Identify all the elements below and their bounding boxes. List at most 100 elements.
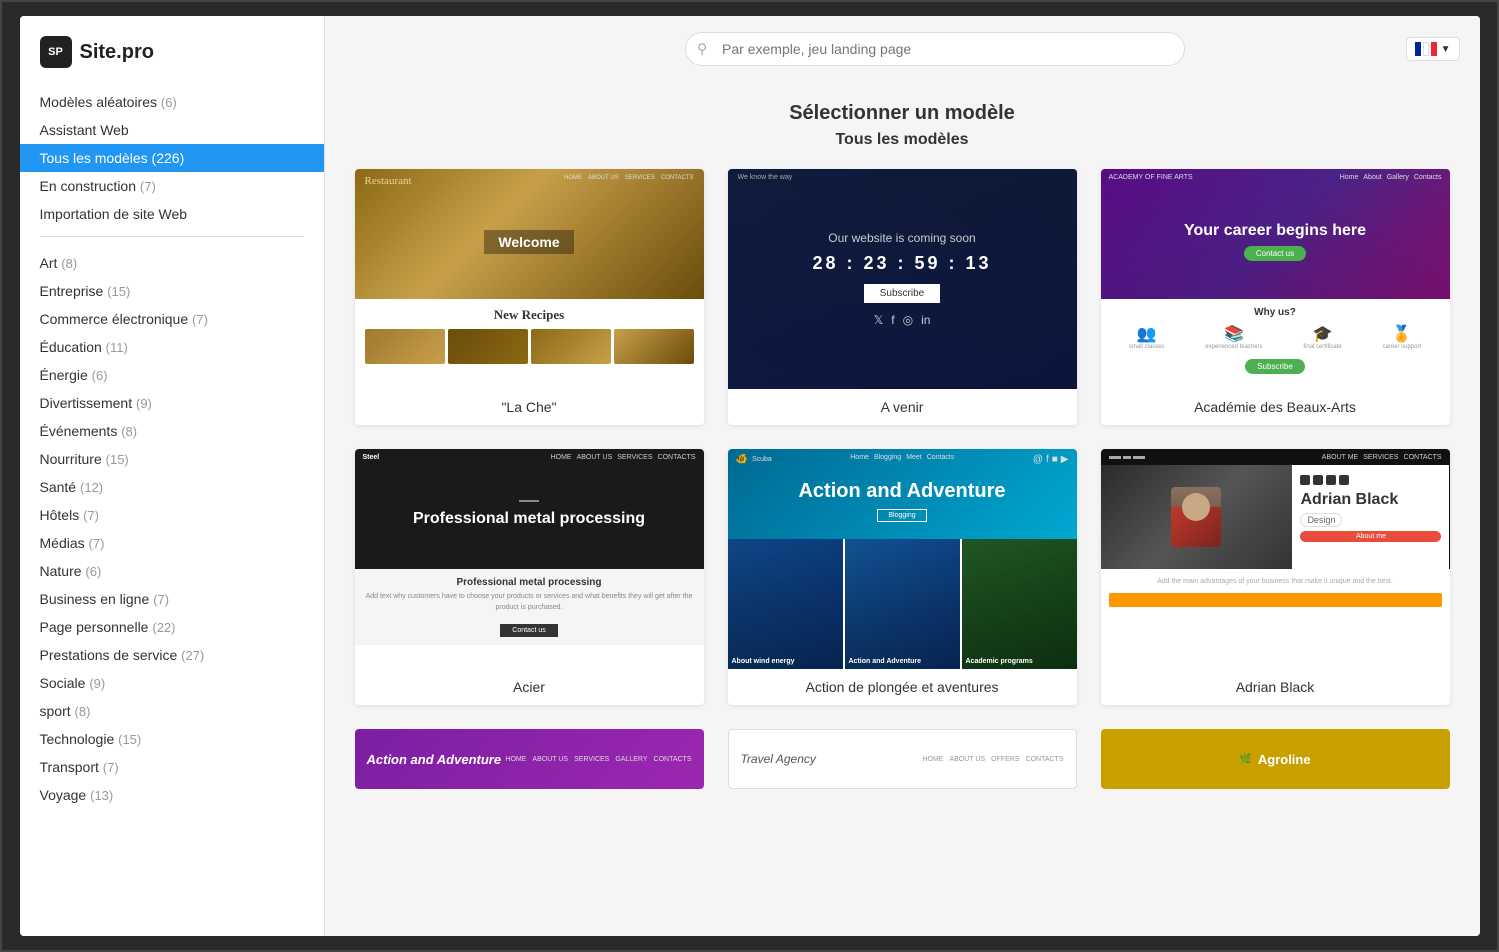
sidebar-divider	[40, 236, 304, 237]
avenir-social-icons: 𝕏f◎in	[874, 313, 931, 327]
bottom-label-travel: Travel Agency	[741, 752, 816, 766]
bottom-preview-row: Action and Adventure HOMEABOUT USSERVICE…	[355, 729, 1450, 789]
template-label-la-che: "La Che"	[355, 389, 704, 425]
avenir-subtitle: Our website is coming soon	[828, 231, 975, 245]
sidebar-item-transport[interactable]: Transport (7)	[20, 753, 324, 781]
adrian-desc: Add the main advantages of your business…	[1109, 577, 1442, 587]
templates-section: Sélectionner un modèle Tous les modèles …	[325, 82, 1480, 809]
academy-title: Your career begins here	[1172, 222, 1378, 240]
template-card-adrian[interactable]: ABOUT MESERVICESCONTACTS	[1101, 449, 1450, 705]
sidebar-item-art[interactable]: Art (8)	[20, 249, 324, 277]
steel-nav: Steel HOMEABOUT USSERVICESCONTACTS	[355, 449, 704, 466]
template-card-academie[interactable]: ACADEMY OF FINE ARTS HomeAboutGalleryCon…	[1101, 169, 1450, 425]
template-thumb-academie: ACADEMY OF FINE ARTS HomeAboutGalleryCon…	[1101, 169, 1450, 389]
template-thumb-acier: Steel HOMEABOUT USSERVICESCONTACTS Profe…	[355, 449, 704, 669]
sidebar-item-nature[interactable]: Nature (6)	[20, 557, 324, 585]
adrian-orange-bar	[1109, 593, 1442, 607]
sidebar-item-medias[interactable]: Médias (7)	[20, 529, 324, 557]
adrian-name: Adrian Black	[1300, 491, 1441, 509]
bottom-card-agro[interactable]: 🌿 Agroline	[1101, 729, 1450, 789]
steel-section-title: Professional metal processing	[363, 577, 696, 588]
sidebar-item-voyage[interactable]: Voyage (13)	[20, 781, 324, 809]
template-card-scuba[interactable]: 🐠Scuba HomeBloggingMeetContacts @f■▶ Act…	[728, 449, 1077, 705]
template-card-acier[interactable]: Steel HOMEABOUT USSERVICESCONTACTS Profe…	[355, 449, 704, 705]
adrian-bottom: Add the main advantages of your business…	[1101, 569, 1450, 615]
scuba-read-button[interactable]: Blogging	[877, 509, 926, 522]
sidebar-categories: Art (8) Entreprise (15) Commerce électro…	[20, 249, 324, 809]
sidebar-item-technologie[interactable]: Technologie (15)	[20, 725, 324, 753]
template-card-la-che[interactable]: Restaurant HOMEABOUT USSERVICESCONTACTS …	[355, 169, 704, 425]
sidebar-item-education[interactable]: Éducation (11)	[20, 333, 324, 361]
search-input[interactable]	[685, 32, 1185, 66]
adrian-nav: ABOUT MESERVICESCONTACTS	[1101, 449, 1450, 466]
flag-icon	[1415, 42, 1437, 56]
page-title: Sélectionner un modèle	[355, 102, 1450, 125]
steel-divider-icon	[519, 500, 539, 502]
preview-restaurant: Restaurant HOMEABOUT USSERVICESCONTACTS …	[355, 169, 704, 389]
academy-features: 👥 small classes 📚 experienced teachers	[1109, 324, 1442, 350]
sidebar-item-nourriture[interactable]: Nourriture (15)	[20, 445, 324, 473]
restaurant-nav-links: HOMEABOUT USSERVICESCONTACTS	[564, 175, 693, 187]
main-header: ⚲ ▼	[325, 16, 1480, 82]
scuba-grid: About wind energy Action and Adventure A…	[728, 539, 1077, 669]
restaurant-nav-logo: Restaurant	[365, 175, 412, 187]
restaurant-welcome: Welcome	[484, 230, 573, 254]
template-label-acier: Acier	[355, 669, 704, 705]
sidebar-item-entreprise[interactable]: Entreprise (15)	[20, 277, 324, 305]
app-name: Site.pro	[80, 41, 154, 64]
template-label-a-venir: A venir	[728, 389, 1077, 425]
adrian-role: Design	[1300, 513, 1342, 527]
sidebar-item-sociale[interactable]: Sociale (9)	[20, 669, 324, 697]
sidebar-item-energie[interactable]: Énergie (6)	[20, 361, 324, 389]
sidebar-item-import[interactable]: Importation de site Web	[20, 200, 324, 228]
sidebar-item-divertissement[interactable]: Divertissement (9)	[20, 389, 324, 417]
language-button[interactable]: ▼	[1406, 37, 1460, 61]
template-card-a-venir[interactable]: We know the way Our website is coming so…	[728, 169, 1077, 425]
sidebar-item-commerce[interactable]: Commerce électronique (7)	[20, 305, 324, 333]
bottom-label-agro: 🌿 Agroline	[1239, 752, 1310, 767]
academy-why-us: Why us?	[1109, 307, 1442, 318]
template-label-adrian: Adrian Black	[1101, 669, 1450, 705]
scuba-grid-item-1: About wind energy	[728, 539, 843, 669]
academy-contact-button[interactable]: Contact us	[1244, 246, 1306, 261]
sidebar-item-evenements[interactable]: Événements (8)	[20, 417, 324, 445]
section-title: Tous les modèles	[355, 131, 1450, 149]
avenir-nav: We know the way	[728, 169, 1077, 186]
bottom-card-action[interactable]: Action and Adventure HOMEABOUT USSERVICE…	[355, 729, 704, 789]
main-content: ⚲ ▼ Sélectionner un modèle Tous les modè…	[325, 16, 1480, 936]
sidebar-item-sport[interactable]: sport (8)	[20, 697, 324, 725]
sidebar-item-business[interactable]: Business en ligne (7)	[20, 585, 324, 613]
sidebar-item-page-perso[interactable]: Page personnelle (22)	[20, 613, 324, 641]
template-label-academie: Académie des Beaux-Arts	[1101, 389, 1450, 425]
scuba-nav: 🐠Scuba HomeBloggingMeetContacts @f■▶	[728, 449, 1077, 470]
adrian-portrait	[1101, 465, 1293, 569]
academy-subscribe-button[interactable]: Subscribe	[1245, 359, 1305, 374]
template-thumb-scuba: 🐠Scuba HomeBloggingMeetContacts @f■▶ Act…	[728, 449, 1077, 669]
bottom-action-nav: HOMEABOUT USSERVICESGALLERYCONTACTS	[505, 756, 691, 763]
template-label-scuba: Action de plongée et aventures	[728, 669, 1077, 705]
chevron-down-icon: ▼	[1441, 44, 1451, 55]
scuba-grid-item-2: Action and Adventure	[845, 539, 960, 669]
sidebar-item-all[interactable]: Tous les modèles (226)	[20, 144, 324, 172]
sidebar-item-hotels[interactable]: Hôtels (7)	[20, 501, 324, 529]
bottom-card-travel[interactable]: Travel Agency HOMEABOUT USOFFERSCONTACTS	[728, 729, 1077, 789]
steel-contact-button[interactable]: Contact us	[500, 624, 557, 637]
adrian-about-button[interactable]: About me	[1300, 531, 1441, 542]
bottom-travel-nav: HOMEABOUT USOFFERSCONTACTS	[922, 756, 1063, 763]
scuba-title: Action and Adventure	[798, 480, 1005, 503]
template-thumb-adrian: ABOUT MESERVICESCONTACTS	[1101, 449, 1450, 669]
sidebar-item-construction[interactable]: En construction (7)	[20, 172, 324, 200]
app-logo: SP Site.pro	[20, 36, 324, 88]
academy-nav: ACADEMY OF FINE ARTS HomeAboutGalleryCon…	[1101, 169, 1450, 186]
avenir-timer: 28 : 23 : 59 : 13	[812, 253, 991, 274]
sidebar-item-random[interactable]: Modèles aléatoires (6)	[20, 88, 324, 116]
steel-main-title: Professional metal processing	[393, 510, 665, 528]
search-bar-container: ⚲	[685, 32, 1185, 66]
template-thumb-a-venir: We know the way Our website is coming so…	[728, 169, 1077, 389]
sidebar-item-prestations[interactable]: Prestations de service (27)	[20, 641, 324, 669]
sidebar-item-sante[interactable]: Santé (12)	[20, 473, 324, 501]
restaurant-new-recipes: New Recipes	[365, 307, 694, 323]
avenir-subscribe-button[interactable]: Subscribe	[864, 284, 940, 303]
sidebar-item-assistant[interactable]: Assistant Web	[20, 116, 324, 144]
search-icon: ⚲	[697, 41, 707, 58]
